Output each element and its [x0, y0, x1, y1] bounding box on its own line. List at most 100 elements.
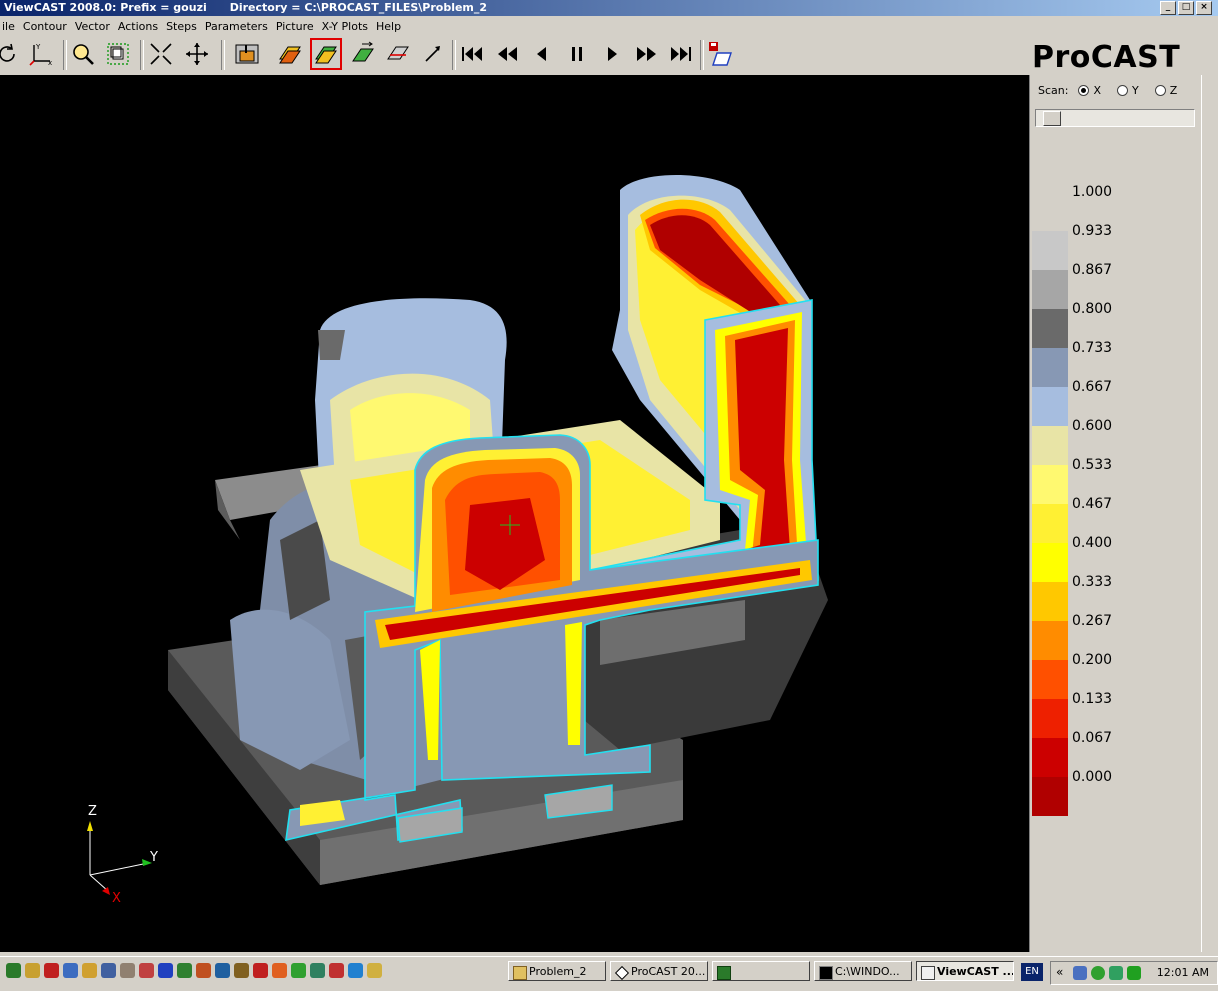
box-icon[interactable]: [103, 39, 133, 69]
move-icon[interactable]: [182, 39, 212, 69]
legend-swatch: [1032, 270, 1068, 309]
folder-icon: [513, 966, 527, 980]
tray-app-icon[interactable]: [1091, 966, 1105, 980]
clock: 12:01 AM: [1156, 966, 1209, 979]
scan-z-radio[interactable]: [1154, 85, 1166, 96]
scan-label: Scan:: [1038, 84, 1069, 97]
legend-label: 0.200: [1072, 652, 1113, 668]
quick-launch-icon[interactable]: [367, 963, 382, 978]
axes-icon[interactable]: Yx: [26, 39, 56, 69]
first-step-icon[interactable]: [457, 39, 487, 69]
title-bar: ViewCAST 2008.0: Prefix = gouzi Director…: [0, 0, 1218, 16]
probe-icon[interactable]: [418, 39, 448, 69]
procast-logo: ProCAST: [1032, 40, 1181, 75]
quick-launch-icon[interactable]: [63, 963, 78, 978]
scan-slider[interactable]: [1035, 109, 1195, 127]
legend-swatch: [1032, 309, 1068, 348]
menu-xy-plots[interactable]: X-Y Plots: [320, 20, 374, 33]
vector-layers-icon[interactable]: [348, 39, 378, 69]
quick-launch-icon[interactable]: [139, 963, 154, 978]
tray-expand-icon[interactable]: «: [1056, 965, 1063, 979]
step-back-icon[interactable]: [527, 39, 557, 69]
legend-label: 0.667: [1072, 379, 1113, 395]
toolbar: Yx: [0, 36, 1030, 74]
scan-x-radio[interactable]: [1078, 85, 1090, 96]
menu-contour[interactable]: Contour: [21, 20, 73, 33]
menu-bar: ile Contour Vector Actions Steps Paramet…: [0, 17, 1218, 35]
quick-launch-icon[interactable]: [82, 963, 97, 978]
taskbar-button-app[interactable]: [712, 961, 810, 981]
sync-icon[interactable]: [1109, 966, 1123, 980]
legend-label: 0.733: [1072, 340, 1113, 356]
quick-launch-icon[interactable]: [310, 963, 325, 978]
quick-launch-icon[interactable]: [215, 963, 230, 978]
window-border: [1201, 75, 1218, 952]
quick-launch-icon[interactable]: [158, 963, 173, 978]
taskbar-button-viewcast[interactable]: ViewCAST ...: [916, 961, 1014, 981]
legend-swatch: [1032, 738, 1068, 777]
scan-controls: Scan: X Y Z: [1038, 84, 1177, 97]
network-icon[interactable]: [1073, 966, 1087, 980]
legend-label: 0.800: [1072, 301, 1113, 317]
legend-swatch: [1032, 231, 1068, 270]
quick-launch-icon[interactable]: [6, 963, 21, 978]
menu-vector[interactable]: Vector: [73, 20, 116, 33]
taskbar-button-cmd[interactable]: C:\WINDO...: [814, 961, 912, 981]
quick-launch-icon[interactable]: [25, 963, 40, 978]
cut-icon[interactable]: [383, 39, 413, 69]
minimize-button[interactable]: _: [1160, 1, 1176, 15]
taskbar-button-procast[interactable]: ProCAST 20...: [610, 961, 708, 981]
cast-icon[interactable]: [232, 39, 262, 69]
fast-forward-icon[interactable]: [632, 39, 662, 69]
pen-icon: [921, 966, 935, 980]
right-panel: Scan: X Y Z 1.000 0.933 0.867 0.800 0.73…: [1029, 75, 1202, 952]
taskbar-button-problem2[interactable]: Problem_2: [508, 961, 606, 981]
legend-swatch: [1032, 777, 1068, 816]
zoom-icon[interactable]: [68, 39, 98, 69]
menu-steps[interactable]: Steps: [164, 20, 203, 33]
svg-text:Y: Y: [35, 43, 41, 51]
language-indicator[interactable]: EN: [1021, 963, 1043, 981]
maximize-button[interactable]: □: [1178, 1, 1194, 15]
quick-launch-icon[interactable]: [177, 963, 192, 978]
3d-viewport[interactable]: Z Y X: [0, 75, 1029, 952]
legend-label: 1.000: [1072, 184, 1113, 200]
rotate-icon[interactable]: [0, 39, 22, 69]
menu-actions[interactable]: Actions: [116, 20, 164, 33]
scan-slider-thumb[interactable]: [1043, 111, 1061, 126]
quick-launch-icon[interactable]: [44, 963, 59, 978]
quick-launch-icon[interactable]: [120, 963, 135, 978]
menu-parameters[interactable]: Parameters: [203, 20, 274, 33]
layers-icon[interactable]: [275, 39, 305, 69]
menu-picture[interactable]: Picture: [274, 20, 320, 33]
axis-y-label: Y: [150, 850, 158, 865]
legend-label: 0.400: [1072, 535, 1113, 551]
close-button[interactable]: ×: [1196, 1, 1212, 15]
quick-launch-icon[interactable]: [329, 963, 344, 978]
quick-launch-icon[interactable]: [234, 963, 249, 978]
scan-y-radio[interactable]: [1117, 85, 1128, 96]
legend-swatch: [1032, 582, 1068, 621]
layers-selected-icon[interactable]: [310, 38, 342, 70]
quick-launch-icon[interactable]: [272, 963, 287, 978]
quick-launch-icon[interactable]: [196, 963, 211, 978]
update-icon[interactable]: [1127, 966, 1141, 980]
scan-x-label: X: [1093, 84, 1101, 97]
axis-x-label: X: [112, 891, 121, 906]
rewind-icon[interactable]: [492, 39, 522, 69]
quick-launch-icon[interactable]: [348, 963, 363, 978]
quick-launch-icon[interactable]: [253, 963, 268, 978]
console-icon: [819, 966, 833, 980]
save-movie-icon[interactable]: [705, 39, 735, 69]
menu-file[interactable]: ile: [0, 20, 21, 33]
shrink-icon[interactable]: [146, 39, 176, 69]
quick-launch-icon[interactable]: [101, 963, 116, 978]
taskbar: Problem_2 ProCAST 20... C:\WINDO... View…: [0, 956, 1218, 991]
quick-launch-icon[interactable]: [291, 963, 306, 978]
pause-icon[interactable]: [562, 39, 592, 69]
legend-label: 0.333: [1072, 574, 1113, 590]
menu-help[interactable]: Help: [374, 20, 407, 33]
quick-launch: [6, 963, 382, 978]
last-step-icon[interactable]: [666, 39, 696, 69]
play-icon[interactable]: [597, 39, 627, 69]
